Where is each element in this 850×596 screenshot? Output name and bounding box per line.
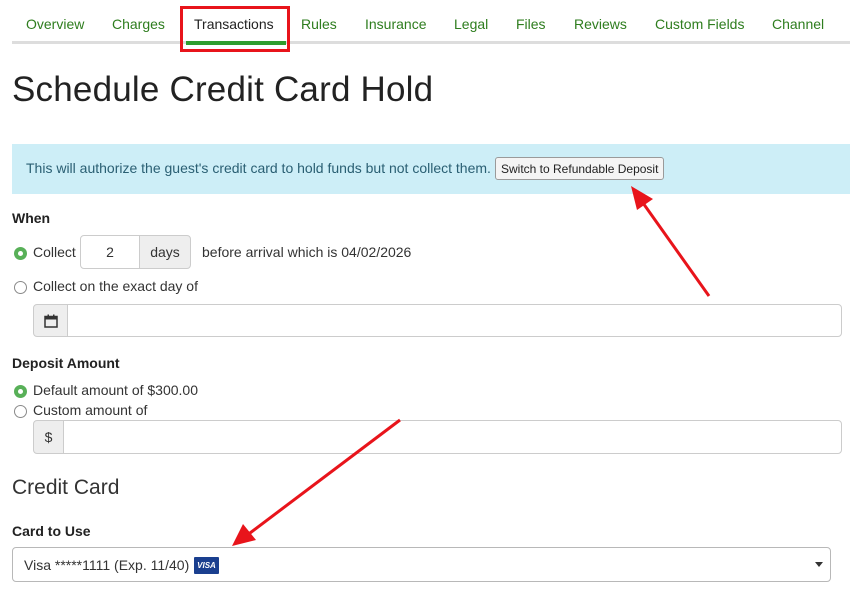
credit-card-heading: Credit Card	[12, 476, 120, 499]
tab-overview[interactable]: Overview	[26, 0, 84, 41]
when-label: When	[12, 210, 51, 226]
arrow-to-switch-button	[631, 186, 711, 297]
exact-date-input[interactable]	[67, 304, 842, 337]
tab-transactions[interactable]: Transactions	[194, 0, 274, 41]
tab-legal[interactable]: Legal	[454, 0, 488, 41]
tab-bar: Overview Charges Transactions Rules Insu…	[12, 0, 850, 44]
page-title: Schedule Credit Card Hold	[12, 70, 434, 109]
tab-reviews[interactable]: Reviews	[574, 0, 627, 41]
calendar-icon	[44, 314, 58, 328]
switch-to-refundable-deposit-button[interactable]: Switch to Refundable Deposit	[495, 157, 665, 180]
custom-amount-input[interactable]	[63, 420, 842, 454]
visa-card-icon: VISA	[194, 557, 219, 574]
tab-channel[interactable]: Channel	[772, 0, 824, 41]
card-to-use-label: Card to Use	[12, 523, 91, 539]
collect-label: Collect	[33, 244, 76, 260]
selected-card-text: Visa *****1111 (Exp. 11/40)	[24, 557, 190, 573]
collect-radio[interactable]	[14, 247, 27, 260]
card-select[interactable]: Visa *****1111 (Exp. 11/40) VISA	[12, 547, 831, 582]
tab-rules[interactable]: Rules	[301, 0, 337, 41]
default-amount-label: Default amount of $300.00	[33, 382, 199, 398]
active-tab-indicator	[186, 41, 286, 45]
info-text: This will authorize the guest's credit c…	[26, 160, 491, 176]
default-amount-radio[interactable]	[14, 385, 27, 398]
tab-insurance[interactable]: Insurance	[365, 0, 426, 41]
tab-charges[interactable]: Charges	[112, 0, 165, 41]
calendar-button[interactable]	[33, 304, 68, 337]
currency-addon: $	[33, 420, 64, 454]
chevron-down-icon	[815, 562, 823, 567]
tab-files[interactable]: Files	[516, 0, 546, 41]
deposit-amount-label: Deposit Amount	[12, 355, 120, 371]
tab-custom-fields[interactable]: Custom Fields	[655, 0, 744, 41]
days-input[interactable]	[80, 235, 140, 269]
custom-amount-label: Custom amount of	[33, 402, 148, 418]
exact-day-label: Collect on the exact day of	[33, 278, 198, 294]
custom-amount-radio[interactable]	[14, 405, 27, 418]
info-banner: This will authorize the guest's credit c…	[12, 144, 850, 194]
days-addon: days	[139, 235, 191, 269]
exact-day-radio[interactable]	[14, 281, 27, 294]
before-arrival-text: before arrival which is 04/02/2026	[202, 244, 412, 260]
